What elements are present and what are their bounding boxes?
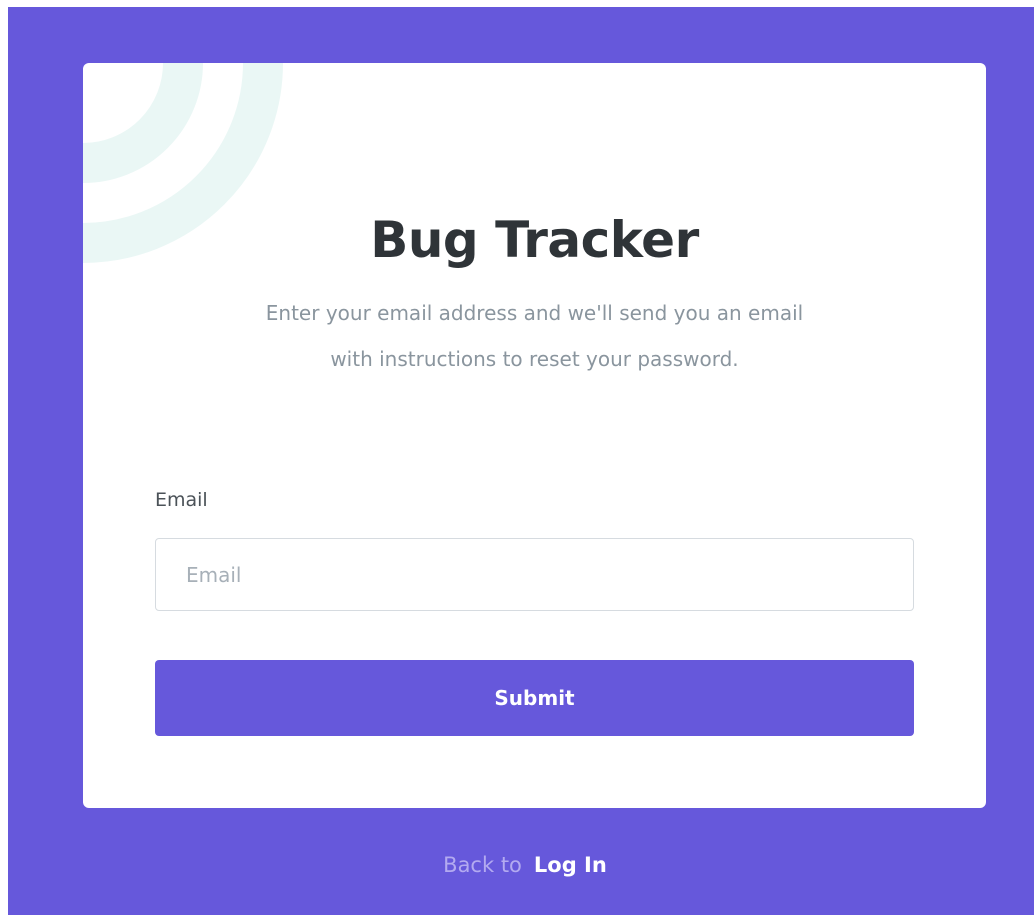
- submit-button[interactable]: Submit: [155, 660, 914, 736]
- reset-password-card: Bug Tracker Enter your email address and…: [83, 63, 986, 808]
- email-input[interactable]: [155, 538, 914, 611]
- login-link[interactable]: Log In: [534, 853, 607, 877]
- page-title: Bug Tracker: [370, 211, 699, 269]
- reset-instructions: Enter your email address and we'll send …: [265, 301, 804, 371]
- page-background: Bug Tracker Enter your email address and…: [8, 7, 1034, 915]
- back-to-text: Back to: [443, 853, 522, 877]
- footer-nav: Back to Log In: [0, 853, 1034, 877]
- email-label: Email: [155, 489, 208, 511]
